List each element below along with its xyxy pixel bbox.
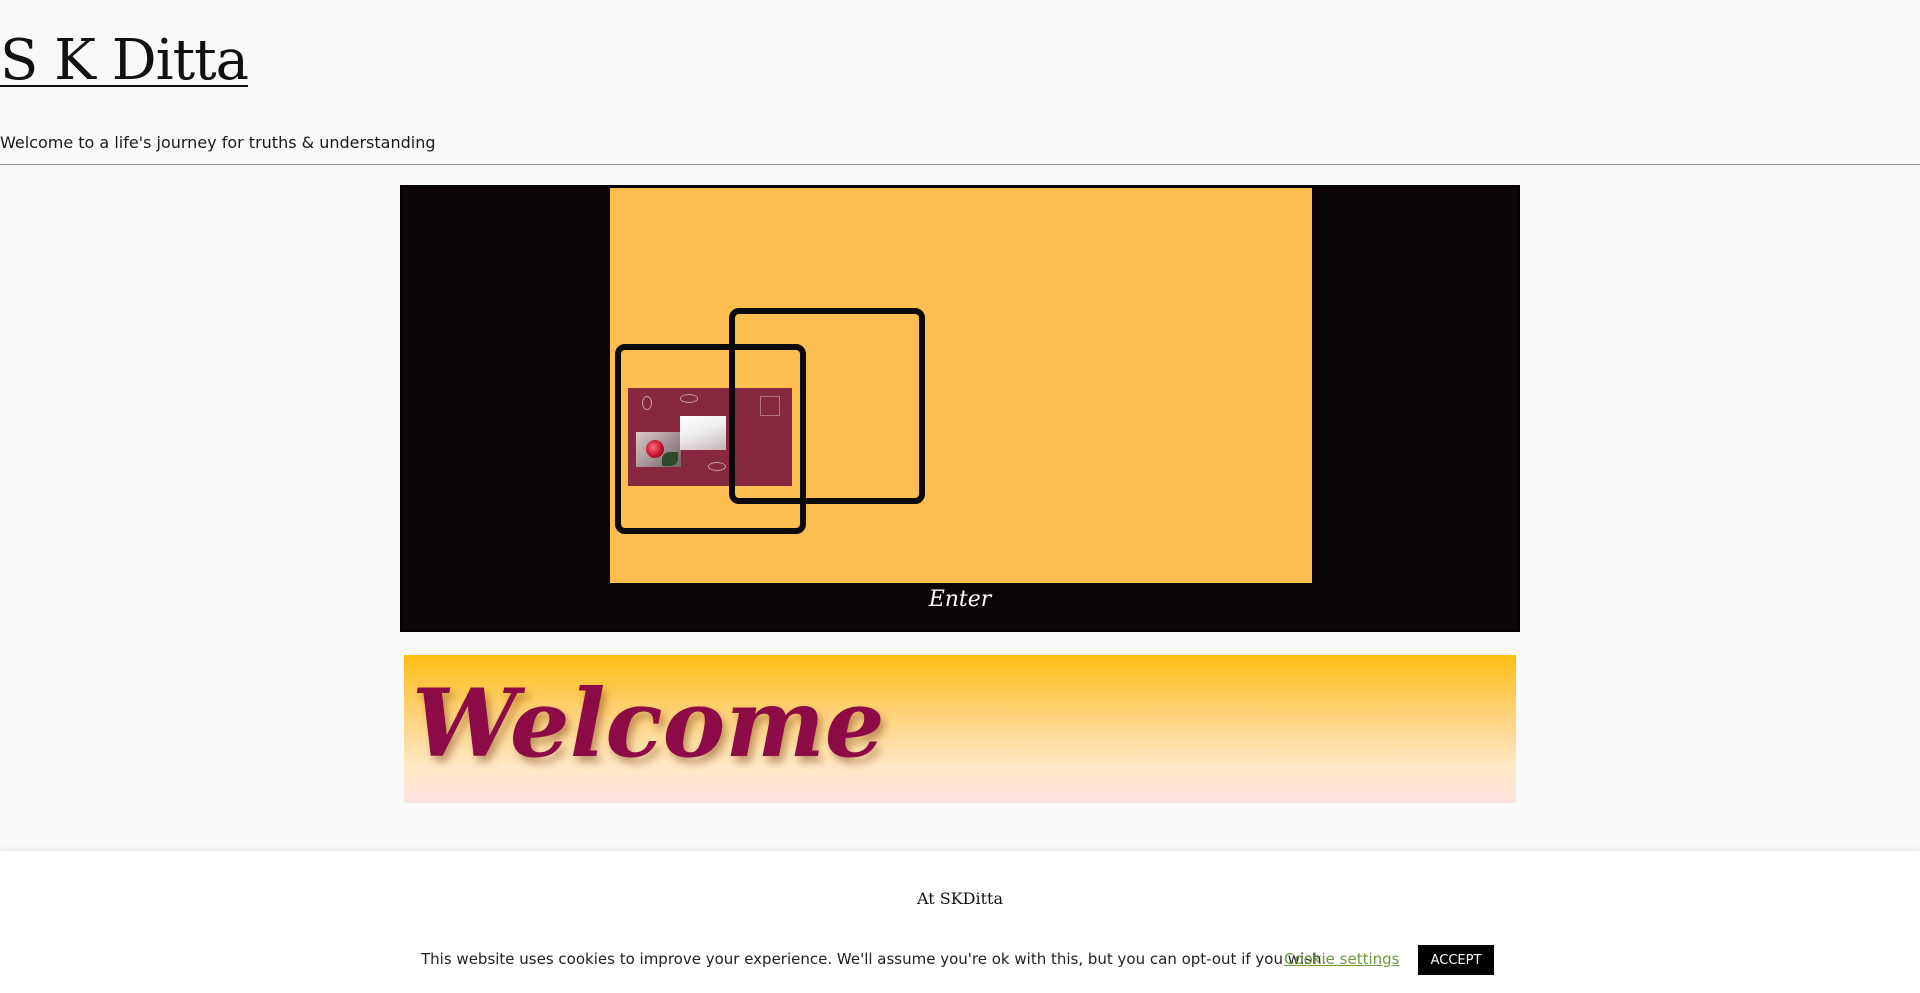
hero-animation[interactable]: Enter xyxy=(400,185,1520,632)
cookie-notice: At SKDitta This website uses cookies to … xyxy=(0,851,1920,993)
welcome-heading: Welcome xyxy=(412,669,885,779)
accept-cookies-button[interactable]: ACCEPT xyxy=(1418,945,1494,975)
cookie-message: This website uses cookies to improve you… xyxy=(421,950,1327,968)
header-divider xyxy=(0,164,1920,165)
square-frame-right xyxy=(729,308,925,504)
enter-link[interactable]: Enter xyxy=(402,587,1518,612)
cookie-heading: At SKDitta xyxy=(916,889,1004,908)
site-title[interactable]: S K Ditta xyxy=(0,28,249,93)
site-tagline: Welcome to a life's journey for truths &… xyxy=(0,133,436,152)
cookie-settings-link[interactable]: Cookie settings xyxy=(1284,950,1400,968)
hero-canvas xyxy=(610,188,1312,583)
welcome-banner: Welcome xyxy=(404,655,1516,803)
